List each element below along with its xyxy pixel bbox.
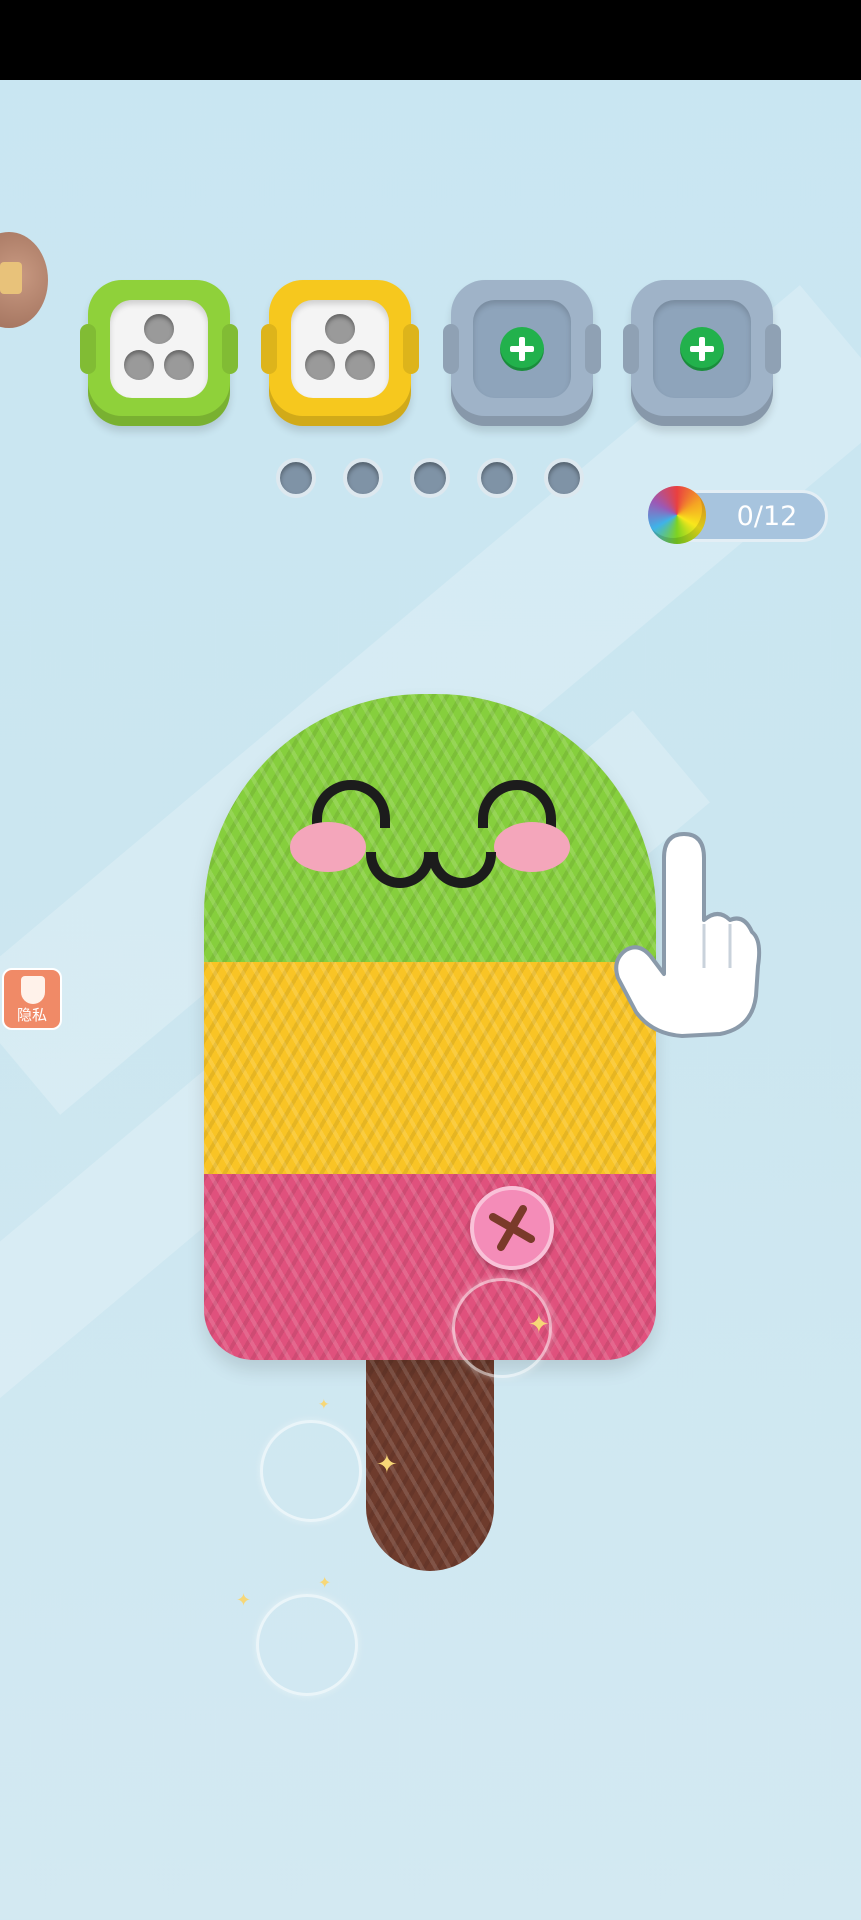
- band-yellow[interactable]: [204, 962, 656, 1174]
- button-hole: [124, 350, 154, 380]
- slot-handle: [623, 324, 639, 374]
- knitted-popsicle[interactable]: [204, 694, 656, 1360]
- band-pink[interactable]: [204, 1174, 656, 1360]
- slot-locked-2[interactable]: [623, 280, 781, 426]
- slot-handle: [443, 324, 459, 374]
- sparkle-icon: ✦: [528, 1310, 550, 1340]
- queue-dot: [343, 458, 383, 498]
- left-cheek: [290, 822, 366, 872]
- privacy-label: 隐私: [16, 1006, 47, 1024]
- slot-handle: [261, 324, 277, 374]
- button-hole: [305, 350, 335, 380]
- button-hole: [345, 350, 375, 380]
- plus-icon[interactable]: [500, 327, 544, 371]
- slot-well: [291, 300, 389, 398]
- sparkle-icon: ✦: [376, 1450, 398, 1480]
- queue-dot: [477, 458, 517, 498]
- slot-handle: [765, 324, 781, 374]
- plus-icon[interactable]: [680, 327, 724, 371]
- pointing-hand-icon: [614, 832, 762, 1038]
- right-cheek: [494, 822, 570, 872]
- rainbow-yarn-ball-icon: [648, 486, 706, 544]
- slot-well: [473, 300, 571, 398]
- slot-locked-1[interactable]: [443, 280, 601, 426]
- button-hole: [325, 314, 355, 344]
- slot-green[interactable]: [80, 280, 238, 426]
- progress-counter: 0/12: [736, 501, 798, 532]
- sparkle-icon: ✦: [236, 1590, 252, 1611]
- slot-handle: [80, 324, 96, 374]
- slot-handle: [403, 324, 419, 374]
- queue-dot: [276, 458, 316, 498]
- slot-well: [653, 300, 751, 398]
- status-bar: [0, 0, 861, 80]
- button-hole: [144, 314, 174, 344]
- button-hole: [164, 350, 194, 380]
- slot-handle: [222, 324, 238, 374]
- slot-handle: [585, 324, 601, 374]
- slot-yellow[interactable]: [261, 280, 419, 426]
- sparkle-icon: ✦: [318, 1573, 332, 1592]
- queue-dot: [544, 458, 584, 498]
- bubble-ring: [260, 1420, 362, 1522]
- queue-dot: [410, 458, 450, 498]
- shield-check-icon: [21, 976, 45, 1004]
- sewing-button-icon[interactable]: [470, 1186, 554, 1270]
- privacy-button[interactable]: 隐私: [2, 968, 62, 1030]
- treasure-chest-icon: [0, 262, 22, 294]
- sparkle-icon: ✦: [318, 1397, 330, 1413]
- band-green[interactable]: [204, 694, 656, 962]
- slot-well: [110, 300, 208, 398]
- treasure-chest-button[interactable]: [0, 232, 48, 328]
- bubble-ring: [256, 1594, 358, 1696]
